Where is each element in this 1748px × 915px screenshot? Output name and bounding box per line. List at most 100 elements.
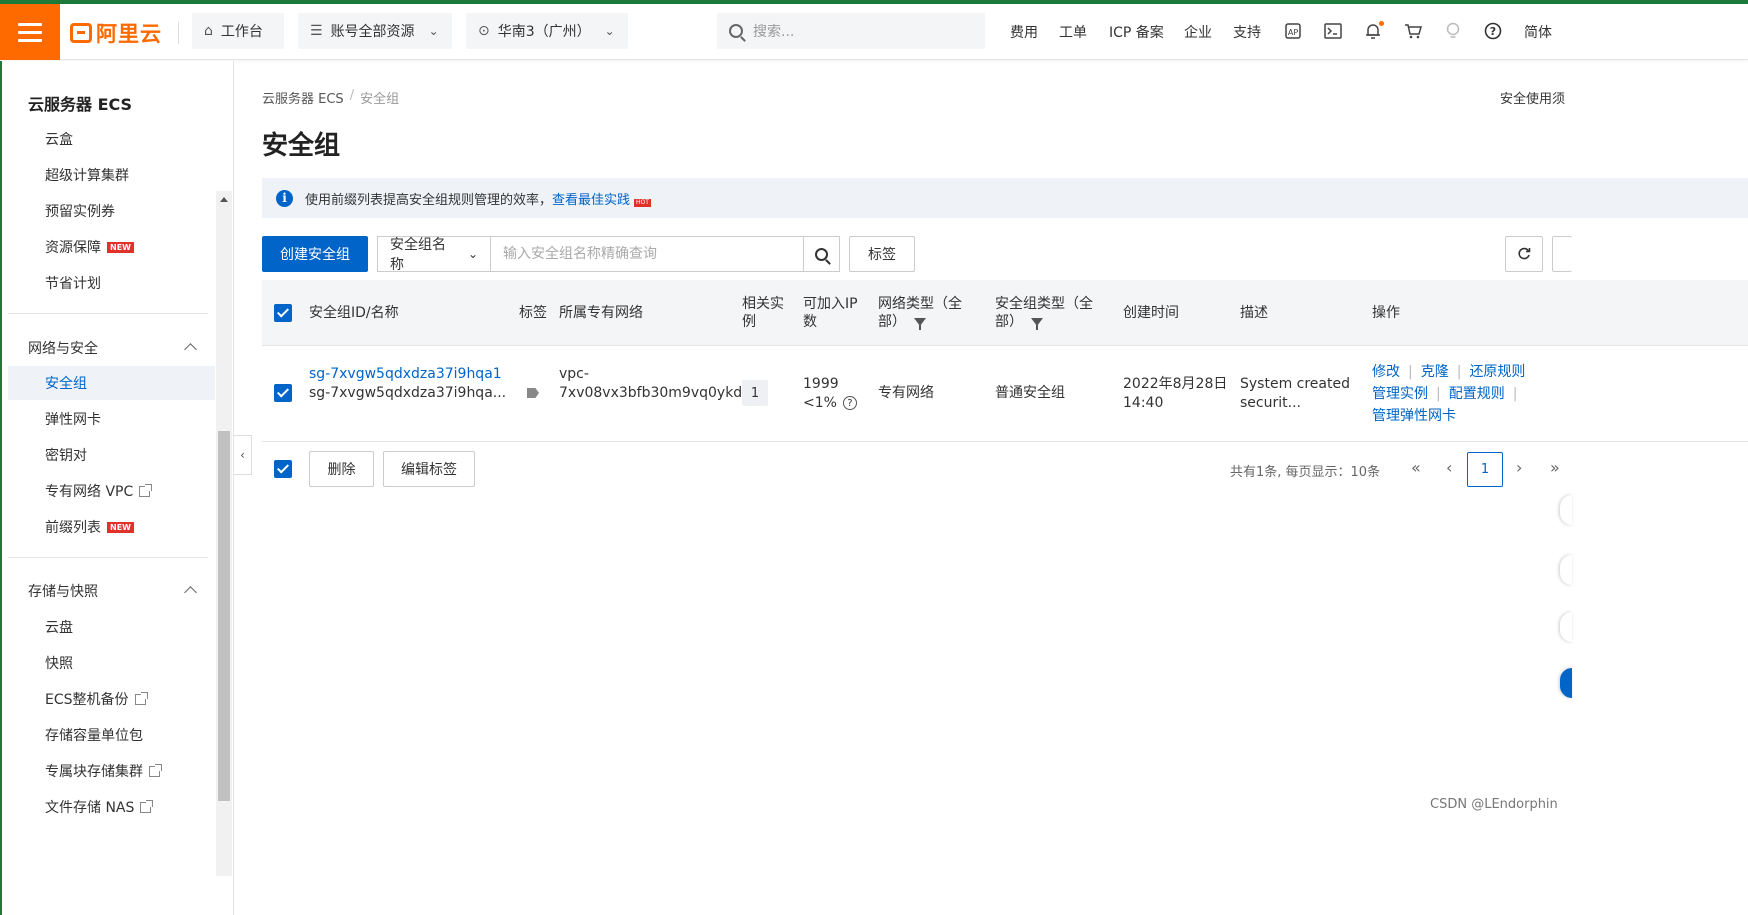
tag-icon[interactable] xyxy=(527,388,539,398)
nav-link-enterprise[interactable]: 企业 xyxy=(1184,4,1212,60)
external-link-icon xyxy=(139,483,153,497)
cart-icon[interactable] xyxy=(1402,20,1424,42)
first-page-button[interactable]: « xyxy=(1411,458,1421,477)
sidebar-item-security-group[interactable]: 安全组 xyxy=(8,366,215,400)
language-switch[interactable]: 简体 xyxy=(1524,4,1552,60)
delete-button[interactable]: 删除 xyxy=(309,451,374,487)
lightbulb-icon[interactable] xyxy=(1442,20,1464,42)
sidebar-item-keypair[interactable]: 密钥对 xyxy=(45,445,87,465)
aliyun-logo[interactable]: 阿里云 xyxy=(70,18,162,48)
export-button[interactable] xyxy=(1552,236,1572,272)
sidebar-group-storage-snapshot[interactable]: 存储与快照 xyxy=(28,581,98,601)
global-search[interactable]: 搜索... xyxy=(717,13,985,49)
sidebar-item-snapshot[interactable]: 快照 xyxy=(45,653,73,673)
sidebar-item-ecs-backup[interactable]: ECS整机备份 xyxy=(45,689,148,709)
bulk-select-checkbox[interactable] xyxy=(274,460,292,478)
hamburger-menu-icon[interactable] xyxy=(0,4,60,60)
workbench-button[interactable]: ⌂ 工作台 xyxy=(192,13,284,49)
sidebar-item-savings-plan[interactable]: 节省计划 xyxy=(45,273,101,293)
column-header-tag: 标签 xyxy=(519,305,547,321)
top-navigation-bar: 阿里云 ⌂ 工作台 ☰ 账号全部资源 ⌄ ⊙ 华南3（广州） ⌄ 搜索... 费… xyxy=(0,4,1748,60)
row-checkbox[interactable] xyxy=(274,384,292,402)
next-page-button[interactable]: › xyxy=(1516,458,1522,477)
sidebar-item-nas[interactable]: 文件存储 NAS xyxy=(45,797,154,817)
sidebar-item-super-computing[interactable]: 超级计算集群 xyxy=(45,165,129,185)
column-header-created: 创建时间 xyxy=(1123,305,1179,321)
sidebar-group-network-security[interactable]: 网络与安全 xyxy=(28,338,98,358)
filter-field-select[interactable]: 安全组名称 ⌄ xyxy=(377,236,491,273)
filter-funnel-icon[interactable] xyxy=(914,318,926,330)
sidebar-item-reserved-instance[interactable]: 预留实例券 xyxy=(45,201,115,221)
chevron-down-icon: ⌄ xyxy=(604,24,615,38)
column-header-network-type: 网络类型（全 部） xyxy=(878,296,962,330)
create-security-group-button[interactable]: 创建安全组 xyxy=(262,236,368,272)
app-icon[interactable]: AP xyxy=(1282,20,1304,42)
configure-rules-link[interactable]: 配置规则 xyxy=(1449,386,1505,402)
instance-count-badge[interactable]: 1 xyxy=(742,380,768,406)
floating-tool-button[interactable] xyxy=(1560,555,1572,585)
collapse-sidebar-button[interactable]: ‹ xyxy=(234,435,252,475)
sidebar-item-disk[interactable]: 云盘 xyxy=(45,617,73,637)
account-resources-dropdown[interactable]: ☰ 账号全部资源 ⌄ xyxy=(298,13,452,49)
sidebar-item-storage-capacity-unit[interactable]: 存储容量单位包 xyxy=(45,725,143,745)
table-header: 安全组ID/名称 标签 所属专有网络 相关实 例 可加入IP 数 网络类型（全 … xyxy=(262,280,1748,346)
best-practice-link[interactable]: 查看最佳实践 xyxy=(552,193,630,208)
filter-search-input[interactable] xyxy=(490,236,804,272)
manage-eni-link[interactable]: 管理弹性网卡 xyxy=(1372,408,1456,424)
scroll-up-arrow-icon[interactable] xyxy=(220,197,228,202)
nav-link-support[interactable]: 支持 xyxy=(1233,4,1261,60)
refresh-button[interactable] xyxy=(1505,236,1543,272)
new-badge: NEW xyxy=(107,521,134,533)
sidebar-item-resource-assurance[interactable]: 资源保障 NEW xyxy=(45,237,134,257)
floating-assistant-button[interactable] xyxy=(1560,668,1572,698)
help-circle-icon[interactable]: ? xyxy=(842,396,857,410)
cell-id-name: sg-7xvgw5qdxdza37i9hqa1 sg-7xvgw5qdxdza3… xyxy=(309,366,507,401)
sidebar-scrollbar[interactable] xyxy=(216,191,232,876)
page-title: 安全组 xyxy=(262,131,341,161)
search-input[interactable]: 搜索... xyxy=(753,21,794,41)
current-page-button[interactable]: 1 xyxy=(1467,452,1503,487)
watermark: CSDN @LEndorphin xyxy=(1430,797,1558,812)
sidebar-item-vpc[interactable]: 专有网络 VPC xyxy=(45,481,153,501)
chevron-left-icon: ‹ xyxy=(240,448,245,462)
clone-link[interactable]: 克隆 xyxy=(1421,364,1449,380)
scrollbar-thumb[interactable] xyxy=(218,431,230,801)
prev-page-button[interactable]: ‹ xyxy=(1446,458,1452,477)
column-header-desc: 描述 xyxy=(1240,305,1268,321)
location-pin-icon: ⊙ xyxy=(478,23,490,39)
help-icon[interactable]: ? xyxy=(1482,20,1504,42)
region-dropdown[interactable]: ⊙ 华南3（广州） ⌄ xyxy=(466,13,628,49)
refresh-icon xyxy=(1518,247,1531,260)
breadcrumb-root[interactable]: 云服务器 ECS xyxy=(262,88,344,107)
nav-link-ticket[interactable]: 工单 xyxy=(1059,4,1087,60)
floating-tool-button[interactable] xyxy=(1560,495,1572,525)
nav-link-icp[interactable]: ICP 备案 xyxy=(1109,4,1164,60)
external-link-icon xyxy=(140,799,154,813)
cell-ip-count: 1999 <1%? xyxy=(803,375,857,413)
chevron-up-icon[interactable] xyxy=(184,341,196,353)
nav-link-fee[interactable]: 费用 xyxy=(1010,4,1038,60)
cell-desc: System created securit... xyxy=(1240,376,1350,411)
security-group-id-link[interactable]: sg-7xvgw5qdxdza37i9hqa1 xyxy=(309,366,502,382)
last-page-button[interactable]: » xyxy=(1550,458,1560,477)
sidebar-divider xyxy=(8,557,208,558)
security-usage-link[interactable]: 安全使用须 xyxy=(1500,88,1565,107)
sidebar-item-prefix-list[interactable]: 前缀列表 NEW xyxy=(45,517,134,537)
edit-tags-button[interactable]: 编辑标签 xyxy=(383,451,475,487)
modify-link[interactable]: 修改 xyxy=(1372,364,1400,380)
chevron-down-icon: ⌄ xyxy=(428,24,439,38)
chevron-up-icon[interactable] xyxy=(184,584,196,596)
tag-filter-button[interactable]: 标签 xyxy=(849,236,915,272)
filter-funnel-icon[interactable] xyxy=(1031,318,1043,330)
sidebar-item-cloudbox[interactable]: 云盒 xyxy=(45,129,73,149)
sidebar-item-eni[interactable]: 弹性网卡 xyxy=(45,409,101,429)
filter-search-button[interactable] xyxy=(803,236,840,272)
sidebar-item-dedicated-block-storage[interactable]: 专属块存储集群 xyxy=(45,761,162,781)
restore-rules-link[interactable]: 还原规则 xyxy=(1469,364,1525,380)
column-header-ip-count: 可加入IP 数 xyxy=(803,296,858,330)
floating-tool-button[interactable] xyxy=(1560,612,1572,642)
manage-instances-link[interactable]: 管理实例 xyxy=(1372,386,1428,402)
terminal-icon[interactable] xyxy=(1322,20,1344,42)
svg-text:AP: AP xyxy=(1288,28,1298,37)
select-all-checkbox[interactable] xyxy=(274,304,292,322)
